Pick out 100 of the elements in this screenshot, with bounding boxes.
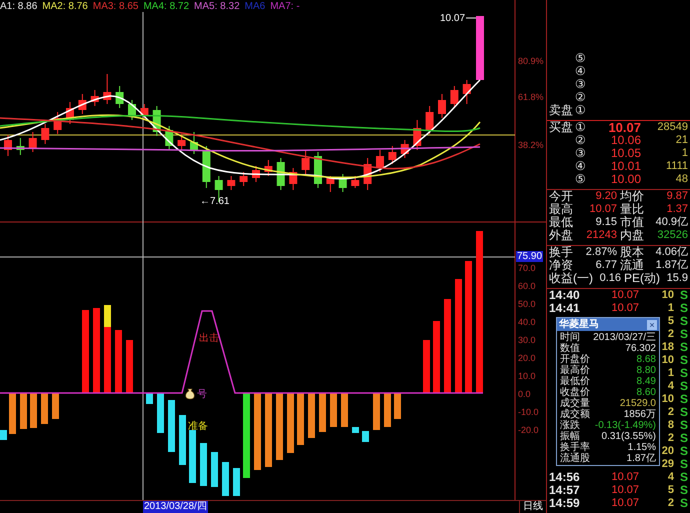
candlestick (476, 16, 484, 80)
histogram-bar (319, 393, 326, 432)
order-side-label: 买盘 (549, 121, 574, 134)
stat-label: 换手 (549, 246, 573, 259)
candlestick (152, 106, 161, 136)
legend-label: A1: 8.86 (0, 1, 38, 13)
tick-time: 14:56 (549, 471, 581, 484)
tick-side: S (678, 367, 688, 380)
level-number: ② (575, 91, 587, 104)
bid-price: 10.06 (610, 134, 641, 147)
tick-side: S (678, 315, 688, 328)
histogram-bar (9, 393, 16, 434)
tick-side: S (678, 289, 688, 302)
tick-time: 14:41 (549, 302, 581, 315)
histogram-bar (20, 393, 27, 429)
tick-side: S (678, 497, 688, 510)
tick-side: S (678, 341, 688, 354)
tick-volume: 1 (668, 302, 674, 315)
histogram-bar (168, 400, 175, 452)
stat-label: 量比 (620, 203, 644, 216)
histogram-bar (433, 321, 440, 393)
candlestick (252, 166, 260, 182)
stat-label: 股本 (620, 246, 644, 259)
bid-volume: 1111 (664, 160, 688, 173)
stat-value: 6.77 (594, 259, 617, 272)
histogram-bar (157, 393, 164, 433)
histogram-bar (211, 452, 218, 487)
histogram-bar (352, 427, 359, 433)
bid-volume: 28549 (656, 121, 688, 134)
field-label: 开盘价 (560, 354, 590, 365)
candlestick (190, 132, 198, 154)
stat-label: 最低 (549, 216, 573, 229)
candlestick (66, 102, 74, 124)
tick-volume: 2 (668, 328, 674, 341)
axis-label: 61.8% (518, 92, 544, 102)
tick-side: S (678, 302, 688, 315)
histogram-bar (126, 340, 133, 393)
tick-side: S (678, 354, 688, 367)
histogram-bar (287, 393, 294, 453)
axis-label: 70.0 (518, 263, 536, 273)
bid-volume: 48 (674, 173, 688, 186)
legend-label: MA6 (244, 1, 266, 13)
field-value: 1856万 (624, 409, 656, 420)
histogram-bar (146, 393, 153, 404)
tick-volume: 10 (662, 393, 674, 406)
field-label: 换手率 (560, 442, 590, 453)
tick-side: S (678, 471, 688, 484)
candlestick (364, 158, 372, 190)
level-number: ⑤ (575, 173, 587, 186)
tick-volume: 2 (668, 406, 674, 419)
period-label[interactable]: 日线 (519, 501, 546, 513)
axis-label: 30.0 (518, 335, 536, 345)
axis-label: 0.0 (518, 389, 531, 399)
bid-price: 10.07 (607, 121, 641, 134)
axis-label: 10.0 (518, 371, 536, 381)
stat-label: PE(动) (624, 272, 660, 285)
histogram-bar (0, 430, 7, 440)
tick-volume: 2 (668, 432, 674, 445)
tick-time: 14:57 (549, 484, 581, 497)
tick-side: S (678, 432, 688, 445)
candlestick (376, 150, 384, 172)
tick-price: 10.07 (610, 484, 639, 497)
histogram-bar (330, 393, 337, 427)
stat-value: 2.87% (584, 246, 617, 259)
candlestick (338, 174, 347, 192)
candlestick (438, 94, 446, 118)
level-number: ① (575, 104, 587, 117)
stat-label: 净资 (549, 259, 573, 272)
candlestick (462, 80, 471, 104)
field-label: 最高价 (560, 365, 590, 376)
tick-side: S (678, 393, 688, 406)
tick-side: S (678, 406, 688, 419)
candlestick (400, 140, 409, 158)
level-number: ① (575, 121, 587, 134)
stat-label: 流通 (620, 259, 644, 272)
candlestick (276, 158, 285, 190)
tick-volume: 5 (668, 315, 674, 328)
axis-label: 40.0 (518, 317, 536, 327)
histogram-bar (276, 393, 283, 460)
tick-price: 10.07 (610, 302, 639, 315)
field-value: 1.15% (628, 442, 656, 453)
stat-value: 15.9 (666, 272, 688, 285)
histogram-bar (52, 393, 59, 419)
bid-price: 10.01 (610, 160, 641, 173)
candlestick (450, 86, 458, 108)
field-value: 76.302 (625, 343, 656, 354)
candlestick (90, 90, 99, 106)
histogram-bar (297, 393, 304, 445)
histogram-bar (341, 393, 348, 427)
field-label: 成交额 (560, 409, 590, 420)
candlestick (28, 132, 37, 152)
field-label: 振幅 (560, 431, 580, 442)
close-button[interactable]: × (647, 320, 657, 330)
histogram-bar (423, 340, 430, 393)
stat-value: 9.87 (666, 190, 688, 203)
axis-label: 60.0 (518, 281, 536, 291)
tick-side: S (678, 380, 688, 393)
histogram-bar (233, 468, 240, 496)
legend-label: MA2: 8.76 (42, 1, 88, 13)
histogram-bar (41, 393, 48, 424)
